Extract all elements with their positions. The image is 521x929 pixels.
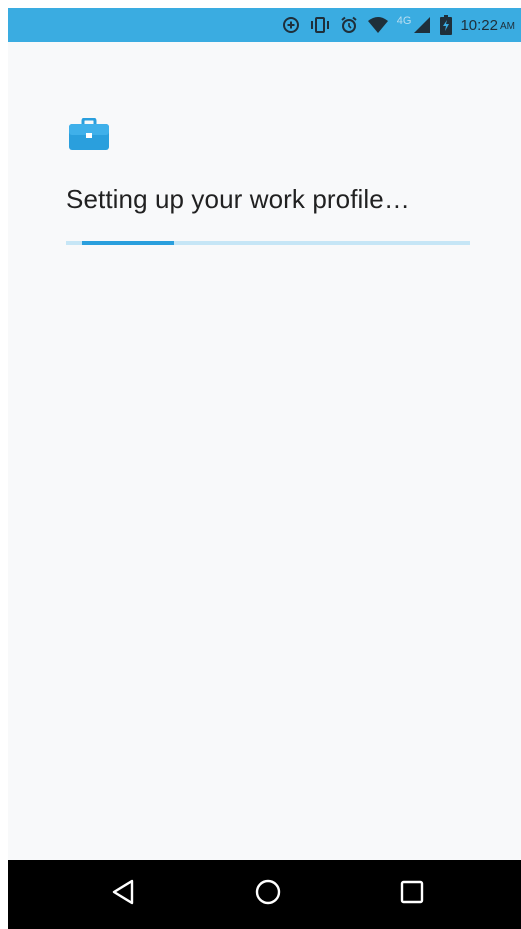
vibrate-icon [309,15,331,35]
recents-button[interactable] [395,877,429,911]
navigation-bar [8,860,521,929]
screen: 4G 10:22 AM Setting up your work profile… [8,8,521,929]
clock-time: 10:22 [460,16,498,34]
home-icon [254,878,282,911]
back-button[interactable] [106,877,140,911]
progress-indicator [82,241,174,245]
battery-charging-icon [440,15,453,35]
wifi-icon [367,15,389,35]
home-button[interactable] [251,877,285,911]
alarm-icon [340,15,358,35]
back-icon [111,879,135,910]
signal-icon [413,15,431,35]
progress-bar [66,241,470,245]
clock-ampm: AM [500,20,515,32]
network-type-label: 4G [396,15,412,27]
status-bar: 4G 10:22 AM [8,8,521,42]
recents-icon [400,880,424,909]
data-saver-icon [282,15,300,35]
briefcase-icon [69,117,109,150]
page-title: Setting up your work profile… [66,184,410,214]
